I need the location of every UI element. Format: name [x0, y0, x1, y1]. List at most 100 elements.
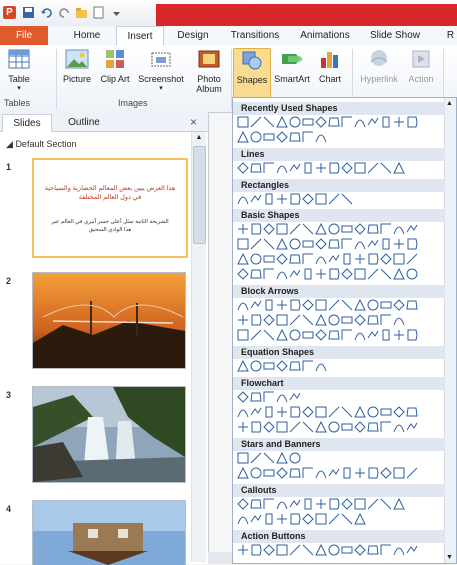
shape-option[interactable]	[276, 467, 288, 479]
shape-option[interactable]	[380, 329, 392, 341]
shape-option[interactable]	[315, 421, 327, 433]
shape-option[interactable]	[237, 498, 249, 510]
shape-option[interactable]	[237, 406, 249, 418]
shape-option[interactable]	[380, 162, 392, 174]
shape-option[interactable]	[237, 238, 249, 250]
shape-option[interactable]	[276, 131, 288, 143]
undo-icon[interactable]	[40, 6, 53, 19]
shape-option[interactable]	[380, 268, 392, 280]
shape-option[interactable]	[367, 467, 379, 479]
shape-option[interactable]	[276, 162, 288, 174]
shape-option[interactable]	[263, 391, 275, 403]
shape-option[interactable]	[276, 329, 288, 341]
shape-option[interactable]	[289, 360, 301, 372]
shape-option[interactable]	[315, 314, 327, 326]
shape-option[interactable]	[341, 162, 353, 174]
shape-option[interactable]	[328, 238, 340, 250]
shape-option[interactable]	[367, 268, 379, 280]
shape-option[interactable]	[289, 268, 301, 280]
shape-option[interactable]	[328, 268, 340, 280]
shape-option[interactable]	[289, 544, 301, 556]
shape-option[interactable]	[341, 498, 353, 510]
shape-option[interactable]	[276, 238, 288, 250]
shape-option[interactable]	[250, 452, 262, 464]
shape-option[interactable]	[250, 131, 262, 143]
shape-option[interactable]	[302, 467, 314, 479]
shape-option[interactable]	[315, 544, 327, 556]
shape-option[interactable]	[250, 238, 262, 250]
app-icon[interactable]: P	[3, 6, 16, 19]
shape-option[interactable]	[315, 238, 327, 250]
shape-option[interactable]	[276, 223, 288, 235]
shape-option[interactable]	[289, 467, 301, 479]
shape-option[interactable]	[302, 193, 314, 205]
shape-option[interactable]	[263, 238, 275, 250]
shape-option[interactable]	[289, 223, 301, 235]
screenshot-button[interactable]: Screenshot ▾	[134, 48, 188, 94]
table-button[interactable]: Table ▾	[4, 48, 34, 94]
shape-option[interactable]	[341, 314, 353, 326]
shape-option[interactable]	[276, 299, 288, 311]
shape-option[interactable]	[328, 421, 340, 433]
shape-option[interactable]	[380, 421, 392, 433]
gallery-scroll-down-icon[interactable]: ▼	[446, 554, 453, 561]
shape-option[interactable]	[289, 391, 301, 403]
shape-option[interactable]	[354, 498, 366, 510]
shape-option[interactable]	[406, 406, 418, 418]
shape-option[interactable]	[263, 467, 275, 479]
save-icon[interactable]	[22, 6, 35, 19]
shape-option[interactable]	[406, 116, 418, 128]
shape-option[interactable]	[276, 116, 288, 128]
shape-option[interactable]	[328, 314, 340, 326]
shape-option[interactable]	[302, 299, 314, 311]
shape-option[interactable]	[289, 452, 301, 464]
shape-option[interactable]	[354, 223, 366, 235]
shape-option[interactable]	[341, 544, 353, 556]
shape-option[interactable]	[276, 406, 288, 418]
shape-option[interactable]	[354, 544, 366, 556]
slides-scrollbar[interactable]: ▲	[191, 132, 206, 562]
shape-option[interactable]	[393, 223, 405, 235]
shape-option[interactable]	[354, 162, 366, 174]
slide-thumbnail-3[interactable]	[32, 386, 186, 483]
shape-option[interactable]	[276, 452, 288, 464]
shape-option[interactable]	[263, 253, 275, 265]
shape-option[interactable]	[276, 513, 288, 525]
shape-option[interactable]	[393, 421, 405, 433]
clip-art-button[interactable]: Clip Art	[98, 48, 132, 84]
shape-option[interactable]	[354, 513, 366, 525]
shape-option[interactable]	[237, 544, 249, 556]
shape-option[interactable]	[393, 253, 405, 265]
shape-option[interactable]	[367, 314, 379, 326]
shape-option[interactable]	[341, 406, 353, 418]
shapes-button[interactable]: Shapes	[233, 48, 271, 98]
shape-option[interactable]	[237, 116, 249, 128]
shape-option[interactable]	[263, 268, 275, 280]
shape-option[interactable]	[250, 268, 262, 280]
shape-option[interactable]	[328, 162, 340, 174]
tab-slides[interactable]: Slides	[2, 114, 52, 132]
shape-option[interactable]	[289, 131, 301, 143]
shape-option[interactable]	[354, 467, 366, 479]
shape-option[interactable]	[276, 498, 288, 510]
shape-option[interactable]	[393, 299, 405, 311]
shape-option[interactable]	[302, 544, 314, 556]
shape-option[interactable]	[250, 360, 262, 372]
shape-option[interactable]	[315, 360, 327, 372]
shape-option[interactable]	[237, 513, 249, 525]
shape-option[interactable]	[263, 116, 275, 128]
shape-option[interactable]	[250, 406, 262, 418]
shape-option[interactable]	[341, 513, 353, 525]
tab-design[interactable]: Design	[170, 26, 216, 45]
shape-option[interactable]	[328, 193, 340, 205]
shape-option[interactable]	[341, 467, 353, 479]
customize-toolbar-icon[interactable]	[110, 6, 123, 19]
shape-option[interactable]	[328, 329, 340, 341]
shape-option[interactable]	[250, 498, 262, 510]
picture-button[interactable]: Picture	[60, 48, 94, 84]
shape-option[interactable]	[302, 268, 314, 280]
shape-option[interactable]	[315, 467, 327, 479]
shape-option[interactable]	[328, 223, 340, 235]
shape-option[interactable]	[341, 238, 353, 250]
shape-option[interactable]	[380, 253, 392, 265]
